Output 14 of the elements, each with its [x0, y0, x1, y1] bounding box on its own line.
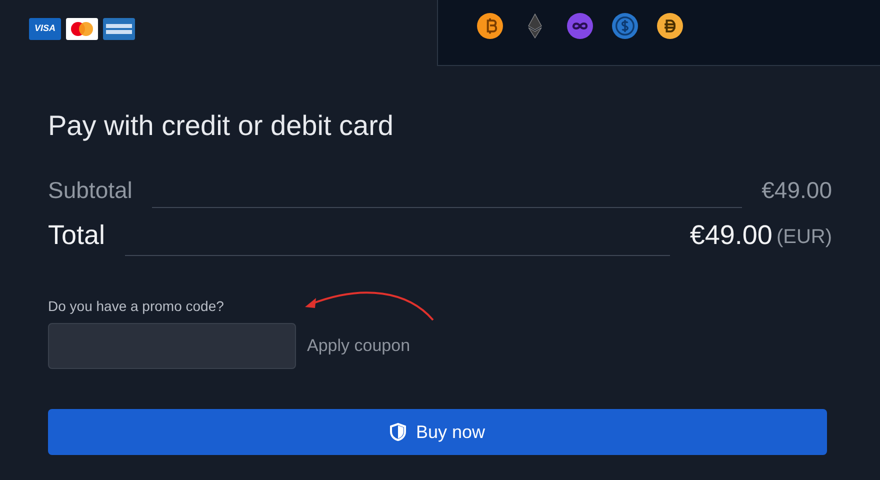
total-amount: €49.00	[690, 219, 772, 251]
subtotal-label: Subtotal	[48, 176, 132, 204]
apply-coupon-link[interactable]: Apply coupon	[307, 336, 410, 356]
mastercard-card-icon	[66, 18, 98, 40]
subtotal-amount: €49.00	[762, 176, 832, 204]
amex-card-icon	[103, 18, 135, 40]
payment-heading: Pay with credit or debit card	[48, 109, 394, 143]
currency-code: (EUR)	[776, 225, 832, 250]
buy-now-button[interactable]: Buy now	[48, 409, 827, 455]
shield-icon	[390, 423, 406, 441]
promo-label: Do you have a promo code?	[48, 297, 224, 315]
promo-code-field[interactable]	[48, 323, 296, 369]
total-label: Total	[48, 219, 106, 251]
visa-card-icon: VISA	[29, 18, 61, 40]
